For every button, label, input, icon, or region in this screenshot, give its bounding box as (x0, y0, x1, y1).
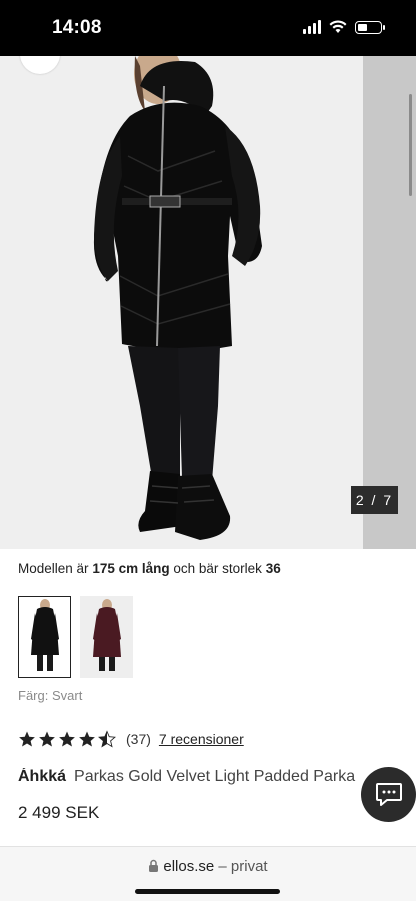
star-icon (79, 731, 95, 747)
product-price: 2 499 SEK (18, 803, 100, 822)
url-domain: ellos.se (163, 858, 215, 875)
product-image-gallery[interactable]: 2 / 7 (0, 56, 416, 549)
chat-button[interactable] (361, 767, 416, 822)
product-photo (93, 56, 262, 540)
signal-icon (303, 20, 321, 34)
model-size: 36 (265, 561, 281, 576)
color-value: Svart (51, 688, 83, 703)
private-label: – privat (218, 858, 268, 875)
model-height: 175 cm lång (92, 561, 170, 576)
status-bar: 14:08 (0, 0, 416, 56)
url-display[interactable]: ellos.se – privat (0, 858, 416, 875)
review-count: (37) (126, 731, 151, 747)
swatch-bordeaux[interactable] (80, 596, 133, 678)
product-name: Parkas Gold Velvet Light Padded Parka (74, 768, 356, 785)
chat-icon (375, 782, 402, 806)
swatch-black[interactable] (18, 596, 71, 678)
status-icons (303, 20, 385, 34)
model-info-middle: och bär storlek (173, 561, 262, 576)
scroll-indicator (409, 94, 412, 196)
half-star-icon (98, 730, 116, 748)
brand-name[interactable]: Áhkká (18, 768, 66, 785)
lock-icon (149, 859, 159, 872)
coat-thumbnail-bordeaux (92, 599, 121, 671)
model-info: Modellen är 175 cm lång och bär storlek … (18, 561, 281, 576)
wifi-icon (329, 20, 347, 33)
color-label-prefix: Färg: (18, 688, 49, 703)
rating-row: (37) 7 recensioner (18, 730, 244, 748)
browser-bar: ellos.se – privat (0, 846, 416, 901)
image-counter: 2 / 7 (351, 486, 398, 514)
status-time: 14:08 (52, 17, 102, 38)
reviews-link[interactable]: 7 recensioner (159, 731, 244, 747)
star-icon (19, 731, 35, 747)
home-indicator[interactable] (135, 889, 280, 894)
model-info-prefix: Modellen är (18, 561, 89, 576)
battery-icon (355, 20, 385, 34)
rating-stars (18, 730, 116, 748)
color-swatches (18, 596, 133, 678)
coat-thumbnail-black (30, 599, 59, 671)
star-icon (39, 731, 55, 747)
product-title: Áhkká Parkas Gold Velvet Light Padded Par… (18, 768, 416, 786)
star-icon (59, 731, 75, 747)
color-label: Färg: Svart (18, 688, 82, 703)
